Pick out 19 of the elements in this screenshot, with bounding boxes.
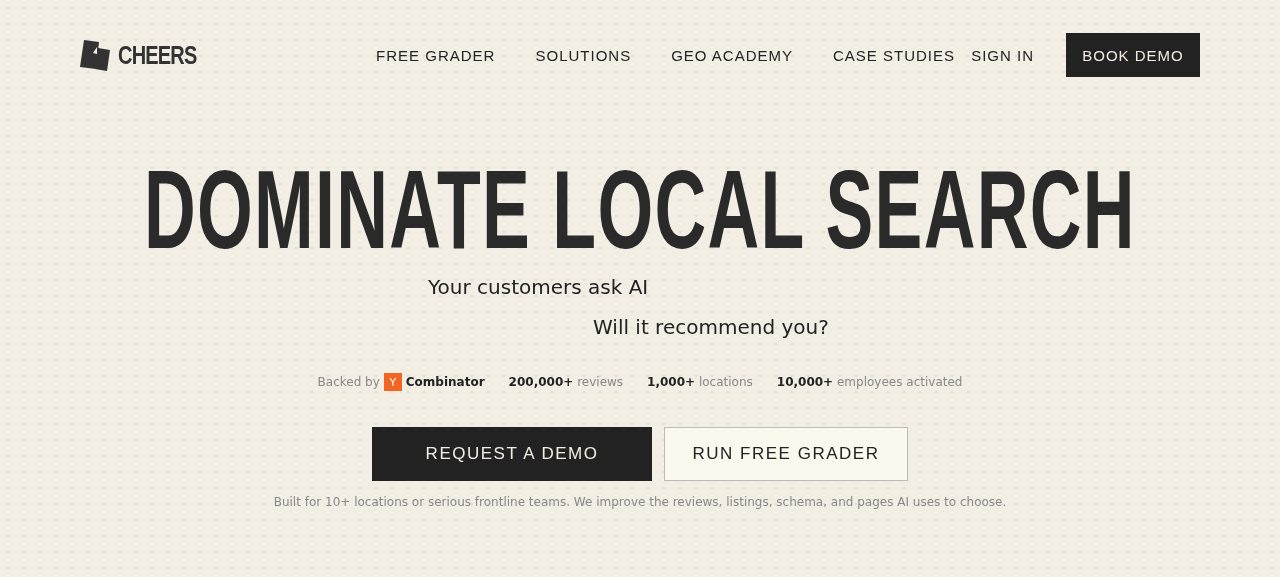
backed-by-text: Backed by [317,375,380,389]
backer-name: Combinator [405,375,485,389]
subtitle: Will it recommend you? [592,314,830,341]
run-grader-button[interactable]: RUN FREE GRADER [664,427,908,481]
stat-text: 200,000+ reviews [508,375,624,389]
yc-badge: Y [383,373,402,391]
logo-text[interactable]: CHEERS [118,40,197,70]
note-text: Built for 10+ locations or serious frontline teams. We improve the reviews, listings, schema, and pages AI uses to choose. [273,495,1007,509]
subtitle: Your customers ask AI [428,274,650,301]
nav-link[interactable]: SOLUTIONS [535,46,632,64]
nav-link[interactable]: GEO ACADEMY [671,46,793,64]
sign-in-link[interactable]: SIGN IN [971,46,1034,64]
stat-text: 1,000+ locations [647,375,753,389]
nav-link[interactable]: CASE STUDIES [833,46,956,64]
hero-title: DOMINATE LOCAL SEARCH [144,155,1136,265]
book-demo-button[interactable]: BOOK DEMO [1066,33,1200,77]
stat-text: 10,000+ employees activated [776,375,963,389]
request-demo-button[interactable]: REQUEST A DEMO [372,427,652,481]
nav-link[interactable]: FREE GRADER [376,46,496,64]
